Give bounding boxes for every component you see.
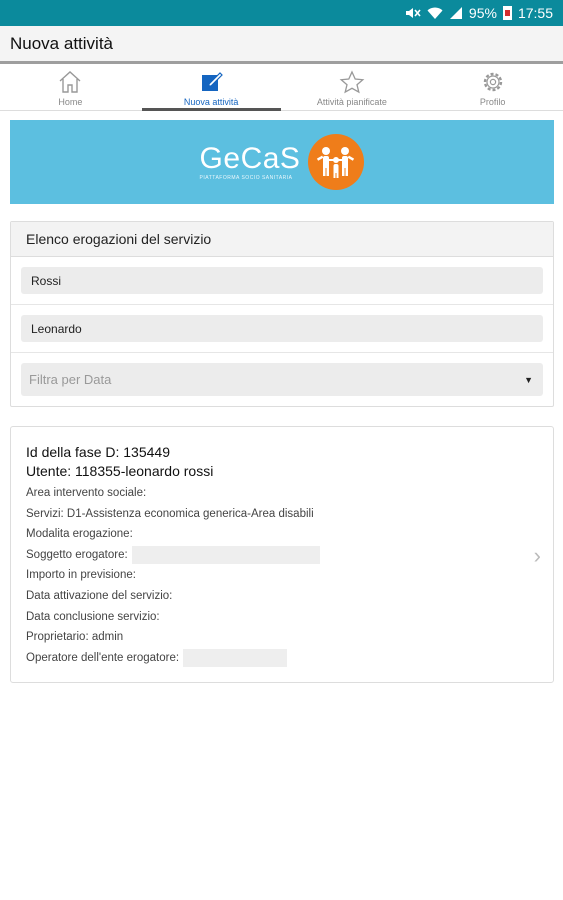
edit-icon: [198, 69, 224, 95]
tab-label: Attività pianificate: [316, 97, 387, 107]
home-icon: [57, 69, 83, 95]
status-bar: 95% 17:55: [0, 0, 563, 26]
result-area: Area intervento sociale:: [26, 487, 147, 499]
page-title: Nuova attività: [10, 33, 113, 53]
result-user: Utente: 118355-leonardo rossi: [26, 463, 214, 479]
clock: 17:55: [517, 5, 553, 21]
result-importo: Importo in previsione:: [26, 569, 136, 582]
chevron-right-icon: ›: [533, 543, 541, 568]
mute-icon: [405, 6, 421, 20]
filter-card: Elenco erogazioni del servizio Filtra pe…: [10, 221, 554, 407]
result-phase-id: Id della fase D: 135449: [26, 444, 170, 460]
gear-icon: [480, 69, 506, 95]
brand-name: GeCaS: [199, 141, 301, 175]
tab-home[interactable]: Home: [0, 67, 141, 110]
result-servizi: Servizi: D1-Assistenza economica generic…: [26, 507, 314, 520]
star-icon: [339, 69, 365, 95]
result-data-conclusione: Data conclusione servizio:: [26, 610, 160, 623]
brand-tagline: PIATTAFORMA SOCIO SANITARIA: [199, 174, 293, 181]
redacted-value: [183, 649, 288, 668]
result-card[interactable]: Id della fase D: 135449 Utente: 118355-l…: [10, 426, 554, 683]
filter-header: Elenco erogazioni del servizio: [11, 222, 553, 257]
brand-logo-group: GeCaS PIATTAFORMA SOCIO SANITARIA: [200, 134, 365, 190]
result-soggetto: Soggetto erogatore:: [26, 545, 538, 566]
tab-nuova-attivita[interactable]: Nuova attività: [141, 67, 282, 111]
app-bar: Nuova attività: [0, 26, 563, 64]
wifi-icon: [427, 6, 443, 20]
signal-icon: [449, 6, 463, 20]
tab-profilo[interactable]: Profilo: [422, 67, 563, 110]
family-logo-icon: [308, 134, 365, 190]
brand-banner: GeCaS PIATTAFORMA SOCIO SANITARIA: [10, 120, 554, 204]
date-filter-select[interactable]: Filtra per Data ▼: [21, 363, 543, 396]
result-operatore: Operatore dell'ente erogatore:: [26, 648, 538, 669]
caret-down-icon: ▼: [524, 374, 533, 385]
battery-icon: [502, 6, 512, 20]
date-filter-placeholder: Filtra per Data: [29, 372, 112, 387]
tab-bar: Home Nuova attività Attività pianificate…: [0, 67, 563, 111]
tab-attivita-pianificate[interactable]: Attività pianificate: [282, 67, 423, 110]
battery-percentage: 95%: [468, 5, 497, 21]
surname-input[interactable]: [21, 267, 543, 294]
tab-label: Profilo: [479, 97, 506, 107]
redacted-value: [131, 546, 320, 565]
name-input[interactable]: [21, 315, 543, 342]
tab-label: Nuova attività: [183, 97, 239, 107]
result-data-attivazione: Data attivazione del servizio:: [26, 589, 173, 602]
tab-label: Home: [58, 97, 83, 107]
result-proprietario: Proprietario: admin: [26, 631, 124, 644]
result-modalita: Modalita erogazione:: [26, 528, 133, 541]
